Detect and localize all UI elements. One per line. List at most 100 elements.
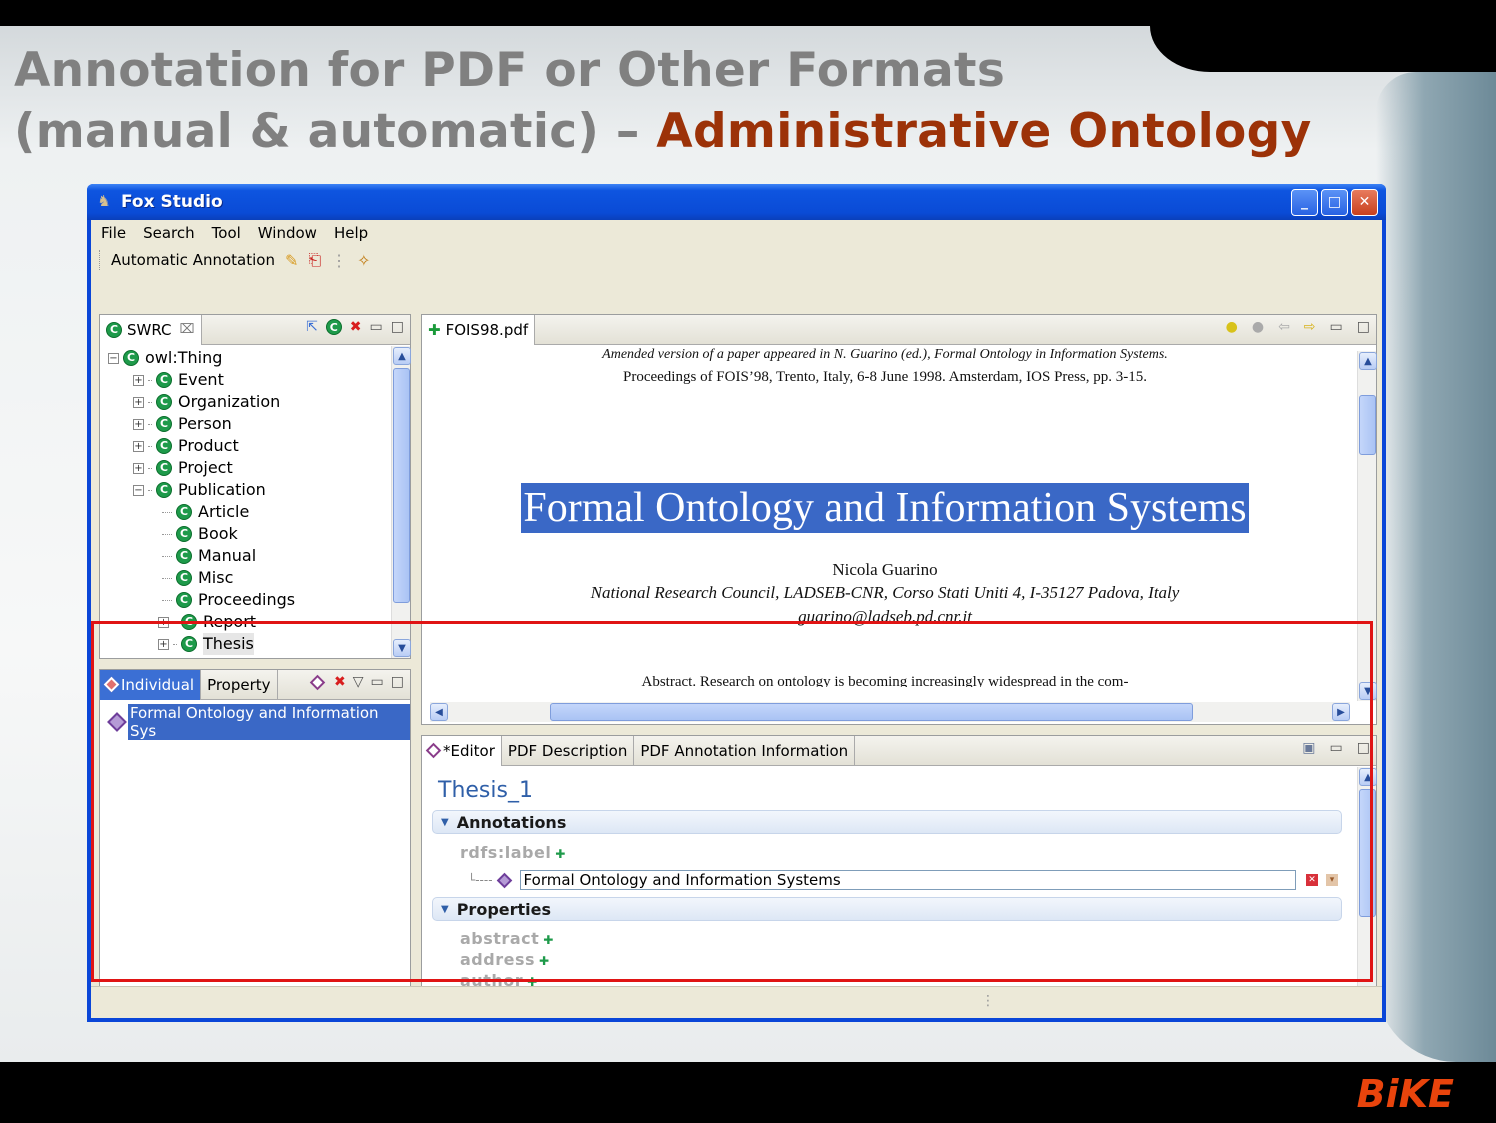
pdf-pane-controls: ● ● ⇦ ⇨ ▭ □ bbox=[1226, 319, 1370, 335]
window-title: Fox Studio bbox=[121, 192, 223, 212]
tab-close-icon[interactable]: ⌧ bbox=[180, 322, 195, 337]
class-icon: C bbox=[156, 394, 172, 410]
tree-item[interactable]: C Misc bbox=[108, 567, 295, 589]
class-icon: C bbox=[156, 438, 172, 454]
scroll-thumb[interactable] bbox=[1359, 395, 1376, 455]
tree-item-label: owl:Thing bbox=[145, 348, 223, 367]
menu-help[interactable]: Help bbox=[334, 224, 368, 242]
tree-connector bbox=[148, 401, 152, 403]
slide-side-band bbox=[1376, 72, 1496, 1062]
class-icon: C bbox=[106, 321, 122, 338]
tree-item[interactable]: C Book bbox=[108, 523, 295, 545]
tree-item[interactable]: − C Publication bbox=[108, 479, 295, 501]
menu-search[interactable]: Search bbox=[143, 224, 195, 242]
menu-tool[interactable]: Tool bbox=[212, 224, 241, 242]
fox-app-icon: ♞ bbox=[97, 192, 111, 210]
minimize-view-icon[interactable]: ▭ bbox=[1330, 319, 1343, 335]
tree-item[interactable]: + C Organization bbox=[108, 391, 295, 413]
tab-pdf-file[interactable]: ✚ FOIS98.pdf bbox=[422, 314, 536, 345]
scroll-up-arrow-icon[interactable]: ▲ bbox=[393, 347, 411, 365]
zoom-out-icon[interactable]: ● bbox=[1252, 319, 1264, 335]
toolbar-grip[interactable] bbox=[99, 250, 101, 270]
close-button[interactable]: ✕ bbox=[1351, 188, 1378, 216]
tree-item[interactable]: − Cowl:Thing bbox=[108, 347, 295, 369]
tree-item-label: Misc bbox=[198, 568, 234, 587]
slide-title-line-1: Annotation for PDF or Other Formats bbox=[14, 43, 1006, 98]
maximize-view-icon[interactable]: □ bbox=[1357, 319, 1370, 335]
tree-item-label: Organization bbox=[178, 392, 281, 411]
tree-connector bbox=[162, 511, 172, 513]
scroll-thumb[interactable] bbox=[393, 368, 410, 603]
expand-icon[interactable]: + bbox=[133, 374, 144, 386]
tree-item-label: Product bbox=[178, 436, 239, 455]
expand-icon[interactable]: + bbox=[133, 440, 144, 452]
pdf-author: Nicola Guarino bbox=[832, 560, 938, 579]
pdf-affiliation: National Research Council, LADSEB-CNR, C… bbox=[590, 583, 1180, 602]
status-grip: ⋮ bbox=[981, 993, 995, 1009]
tree-item-label: Manual bbox=[198, 546, 257, 565]
highlight-annotation-box bbox=[91, 621, 1373, 982]
tree-item[interactable]: + C Project bbox=[108, 457, 295, 479]
annotate-pen-icon[interactable]: ✎ bbox=[285, 251, 298, 270]
pdf-header-line-2: Proceedings of FOIS’98, Trento, Italy, 6… bbox=[623, 369, 1147, 385]
automatic-annotation-button[interactable]: Automatic Annotation bbox=[111, 251, 275, 269]
collapse-icon[interactable]: − bbox=[108, 352, 119, 364]
pdf-pane-tabs: ✚ FOIS98.pdf ● ● ⇦ ⇨ ▭ □ bbox=[422, 314, 1376, 345]
add-class-icon[interactable]: C bbox=[325, 319, 342, 335]
menu-window[interactable]: Window bbox=[258, 224, 317, 242]
tab-swrc-label: SWRC bbox=[127, 320, 172, 339]
ontology-pane: C SWRC ⌧ ⇱ C ✖ ▭ □ − Cowl:Thing + C Event + C O… bbox=[99, 314, 411, 659]
zoom-in-icon[interactable]: ● bbox=[1226, 319, 1238, 335]
forward-arrow-icon[interactable]: ⇨ bbox=[1304, 319, 1316, 335]
class-icon: C bbox=[176, 504, 192, 520]
back-arrow-icon[interactable]: ⇦ bbox=[1278, 319, 1290, 335]
tree-item-label: Article bbox=[198, 502, 250, 521]
minimize-view-icon[interactable]: ▭ bbox=[370, 319, 383, 335]
status-bar: ⋮ bbox=[91, 986, 1382, 1018]
tree-item-label: Proceedings bbox=[198, 590, 296, 609]
class-icon: C bbox=[156, 416, 172, 432]
delete-icon[interactable]: ✖ bbox=[350, 319, 362, 335]
maximize-button[interactable]: □ bbox=[1321, 188, 1348, 216]
title-bar[interactable]: ♞ Fox Studio _ □ ✕ bbox=[87, 184, 1386, 220]
tree-item[interactable]: C Manual bbox=[108, 545, 295, 567]
class-icon: C bbox=[156, 372, 172, 388]
wizard-icon[interactable]: ✧ bbox=[357, 251, 370, 270]
class-icon: C bbox=[156, 482, 172, 498]
pdf-header-line-1: Amended version of a paper appeared in N… bbox=[602, 347, 1168, 362]
tree-connector bbox=[148, 379, 152, 381]
class-icon: C bbox=[123, 350, 139, 366]
window-controls: _ □ ✕ bbox=[1291, 188, 1386, 216]
pdf-icon[interactable]: ⎗ bbox=[308, 250, 321, 270]
menu-file[interactable]: File bbox=[101, 224, 126, 242]
scroll-up-arrow-icon[interactable]: ▲ bbox=[1359, 352, 1377, 370]
tab-swrc[interactable]: C SWRC ⌧ bbox=[100, 314, 202, 345]
slide-title-prefix: (manual & automatic) – bbox=[14, 104, 657, 159]
brand-logo: BiKE bbox=[1356, 1072, 1454, 1116]
tree-item[interactable]: + C Event bbox=[108, 369, 295, 391]
class-tree: − Cowl:Thing + C Event + C Organization + C Person… bbox=[108, 347, 295, 655]
expand-icon[interactable]: + bbox=[133, 396, 144, 408]
collapse-icon[interactable]: − bbox=[133, 484, 144, 496]
pdf-title-wrap: Formal Ontology and Information Systems bbox=[430, 483, 1340, 533]
tree-item[interactable]: + C Product bbox=[108, 435, 295, 457]
slide-title: Annotation for PDF or Other Formats (man… bbox=[14, 40, 1312, 162]
minimize-button[interactable]: _ bbox=[1291, 188, 1318, 216]
tree-connector bbox=[162, 577, 172, 579]
pdf-title-selected[interactable]: Formal Ontology and Information Systems bbox=[521, 483, 1249, 533]
ontology-pane-controls: ⇱ C ✖ ▭ □ bbox=[306, 319, 404, 335]
tree-item[interactable]: + C Person bbox=[108, 413, 295, 435]
tree-item[interactable]: C Proceedings bbox=[108, 589, 295, 611]
export-icon[interactable]: ⇱ bbox=[306, 319, 318, 335]
tree-item-label: Person bbox=[178, 414, 232, 433]
class-icon: C bbox=[176, 570, 192, 586]
tree-item[interactable]: C Article bbox=[108, 501, 295, 523]
expand-icon[interactable]: + bbox=[133, 418, 144, 430]
tree-vertical-scrollbar[interactable]: ▲ ▼ bbox=[391, 346, 411, 658]
tree-item-label: Publication bbox=[178, 480, 266, 499]
tree-item-label: Event bbox=[178, 370, 224, 389]
pdf-document-icon: ✚ bbox=[428, 320, 441, 339]
slide-title-highlight: Administrative Ontology bbox=[656, 104, 1312, 159]
expand-icon[interactable]: + bbox=[133, 462, 144, 474]
maximize-view-icon[interactable]: □ bbox=[391, 319, 404, 335]
